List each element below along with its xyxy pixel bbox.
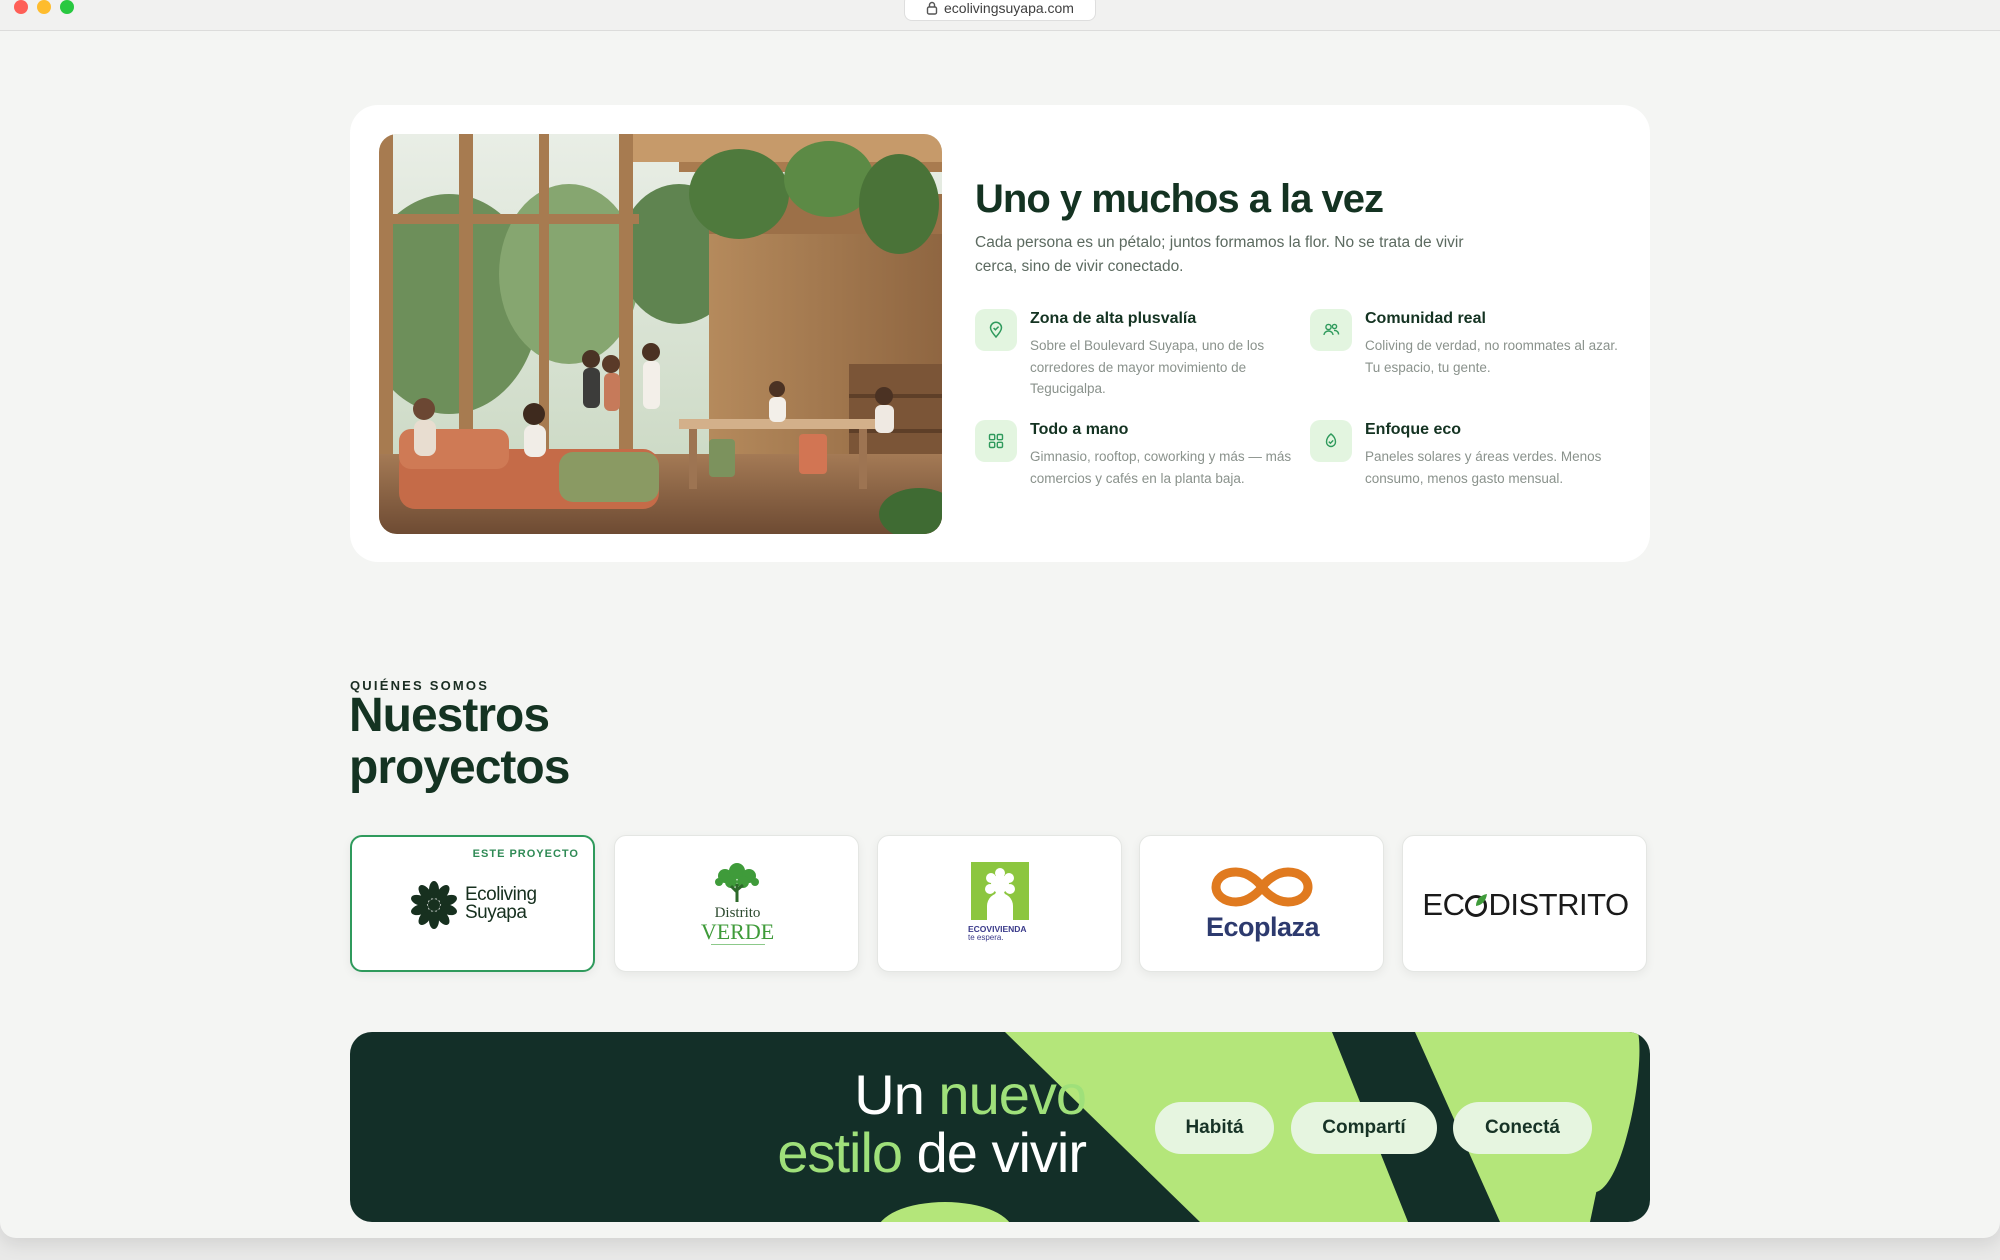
feature-description: Coliving de verdad, no roommates al azar… — [1365, 338, 1618, 375]
ecoplaza-infinity-logo-icon — [1211, 867, 1313, 907]
feature-title: Zona de alta plusvalía — [1030, 310, 1197, 327]
project-card-ecodistrito[interactable]: EC DISTRITO — [1402, 835, 1647, 972]
project-card-distrito-verde[interactable]: Distrito VERDE — [614, 835, 859, 972]
url-text: ecolivingsuyapa.com — [944, 0, 1074, 16]
feature-title: Todo a mano — [1030, 421, 1129, 438]
banner-title: Un nuevo estilo de vivir — [777, 1063, 1087, 1184]
about-card: Uno y muchos a la vez Cada persona es un… — [350, 105, 1650, 562]
leaf-icon — [1310, 420, 1352, 462]
minimize-window-button[interactable] — [37, 0, 51, 14]
address-bar[interactable]: ecolivingsuyapa.com — [904, 0, 1096, 21]
pill-conecta[interactable]: Conectá — [1453, 1102, 1592, 1154]
project-card-ecovivienda[interactable]: ECOVIVIENDA te espera. — [877, 835, 1122, 972]
distrito-logo-line2: VERDE — [700, 919, 775, 944]
close-window-button[interactable] — [14, 0, 28, 14]
browser-titlebar: ecolivingsuyapa.com — [0, 0, 2000, 31]
ecoplaza-logo-text: Ecoplaza — [1205, 912, 1320, 942]
feature-description: Sobre el Boulevard Suyapa, uno de los co… — [1030, 338, 1265, 396]
ecovivienda-logo-line2: te espera. — [968, 933, 1004, 942]
cta-banner: Un nuevo estilo de vivir Habitá Compartí… — [350, 1032, 1650, 1222]
users-icon — [1310, 309, 1352, 351]
ecoliving-logo-text: Ecoliving Suyapa — [465, 884, 537, 923]
distrito-logo-underline — [711, 944, 765, 945]
coliving-interior-photo — [379, 134, 942, 534]
ecodistrito-logo-text: EC DISTRITO — [1422, 887, 1629, 922]
current-project-badge: ESTE PROYECTO — [472, 848, 579, 860]
feature-description: Paneles solares y áreas verdes. Menos co… — [1365, 449, 1602, 486]
maximize-window-button[interactable] — [60, 0, 74, 14]
ecovivienda-logo-icon — [971, 862, 1029, 920]
project-card-ecoliving-suyapa[interactable]: ESTE PROYECTO Ecoliving Suyapa — [350, 835, 595, 972]
ecodistrito-leaf-o-icon — [1465, 894, 1488, 917]
grid-icon — [975, 420, 1017, 462]
hero-description: Cada persona es un pétalo; juntos formam… — [975, 234, 1464, 275]
feature-title: Enfoque eco — [1365, 421, 1462, 438]
hero-title: Uno y muchos a la vez — [975, 177, 1384, 221]
project-card-ecoplaza[interactable]: Ecoplaza — [1139, 835, 1384, 972]
pill-comparti[interactable]: Compartí — [1291, 1102, 1437, 1154]
browser-window: ecolivingsuyapa.com Uno y muchos a la ve… — [0, 0, 2000, 1238]
pill-habita[interactable]: Habitá — [1155, 1102, 1274, 1154]
section-title: Nuestros proyectos — [349, 689, 570, 794]
feature-description: Gimnasio, rooftop, coworking y más — más… — [1030, 449, 1292, 486]
lock-icon — [926, 1, 938, 15]
ecoliving-flower-logo-icon — [411, 881, 457, 929]
map-pin-icon — [975, 309, 1017, 351]
tree-logo-icon — [715, 863, 759, 902]
feature-title: Comunidad real — [1365, 310, 1486, 327]
